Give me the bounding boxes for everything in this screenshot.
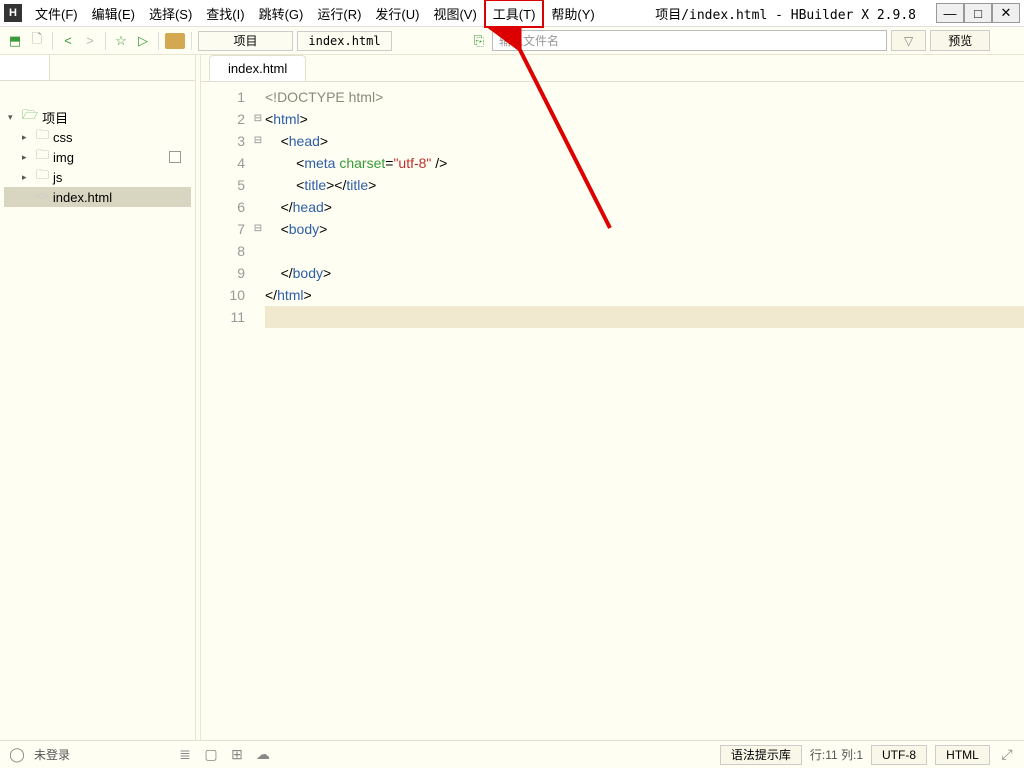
folder-icon[interactable] xyxy=(165,33,185,49)
window-controls: — □ ✕ xyxy=(936,3,1020,23)
editor-body[interactable]: 1234567891011 ⊟⊟⊟ <!DOCTYPE html><html> … xyxy=(201,82,1024,740)
tree-folder-css[interactable]: ▸ 🗀 css xyxy=(4,127,191,147)
sidebar-tab-1[interactable] xyxy=(0,55,50,80)
toolbar: ⬒ 🗋 < > ☆ ▷ 项目 index.html ⎘ 输入文件名 ▽ 预览 xyxy=(0,27,1024,55)
menu-view[interactable]: 视图(V) xyxy=(426,1,483,26)
maximize-button[interactable]: □ xyxy=(964,3,992,23)
tree-label: js xyxy=(53,170,62,185)
app-icon: H xyxy=(4,4,22,22)
list-icon[interactable]: ≣ xyxy=(176,746,194,764)
tree-label: 项目 xyxy=(42,108,68,127)
filter-button[interactable]: ▽ xyxy=(891,30,926,51)
folder-open-icon: 🗁 xyxy=(22,106,38,128)
folder-icon: 🗀 xyxy=(36,126,49,148)
editor-tab-index[interactable]: index.html xyxy=(209,55,306,81)
user-icon[interactable]: ◯ xyxy=(8,746,26,764)
breadcrumb-file[interactable]: index.html xyxy=(297,31,392,51)
editor-tabs: index.html xyxy=(201,55,1024,82)
menu-select[interactable]: 选择(S) xyxy=(142,1,199,26)
menu-file[interactable]: 文件(F) xyxy=(28,1,85,26)
encoding-button[interactable]: UTF-8 xyxy=(871,745,927,765)
menubar: H 文件(F) 编辑(E) 选择(S) 查找(I) 跳转(G) 运行(R) 发行… xyxy=(0,0,1024,27)
preview-button[interactable]: 预览 xyxy=(930,30,990,51)
chevron-down-icon: ▾ xyxy=(8,112,18,123)
cloud-icon[interactable]: ☁ xyxy=(254,746,272,764)
expand-icon[interactable]: ⤢ xyxy=(998,746,1016,764)
folder-icon: 🗀 xyxy=(36,166,49,188)
run-icon[interactable]: ▷ xyxy=(134,32,152,50)
terminal-icon[interactable]: ▢ xyxy=(202,746,220,764)
forward-icon[interactable]: > xyxy=(81,32,99,50)
file-search-input[interactable]: 输入文件名 xyxy=(492,30,887,51)
star-icon[interactable]: ☆ xyxy=(112,32,130,50)
tree-root[interactable]: ▾ 🗁 项目 xyxy=(4,107,191,127)
line-gutter: 1234567891011 xyxy=(201,82,251,740)
back-icon[interactable]: < xyxy=(59,32,77,50)
tree-label: index.html xyxy=(53,190,112,205)
cursor-position: 行:11 列:1 xyxy=(810,746,863,763)
save-icon[interactable]: 🗋 xyxy=(28,32,46,50)
tree-label: css xyxy=(53,130,73,145)
breadcrumb-project[interactable]: 项目 xyxy=(198,31,293,51)
main-area: ▾ 🗁 项目 ▸ 🗀 css ▸ 🗀 img ▸ 🗀 js <> xyxy=(0,55,1024,740)
sidebar-tabs xyxy=(0,55,195,81)
file-tree: ▾ 🗁 项目 ▸ 🗀 css ▸ 🗀 img ▸ 🗀 js <> xyxy=(0,81,195,211)
tree-folder-img[interactable]: ▸ 🗀 img xyxy=(4,147,191,167)
editor: index.html 1234567891011 ⊟⊟⊟ <!DOCTYPE h… xyxy=(201,55,1024,740)
syntax-button[interactable]: 语法提示库 xyxy=(720,745,802,765)
menu-edit[interactable]: 编辑(E) xyxy=(85,1,142,26)
chevron-right-icon: ▸ xyxy=(22,172,32,183)
chevron-right-icon: ▸ xyxy=(22,132,32,143)
menu-goto[interactable]: 跳转(G) xyxy=(252,1,311,26)
folder-icon: 🗀 xyxy=(36,146,49,168)
tree-label: img xyxy=(53,150,74,165)
menu-help[interactable]: 帮助(Y) xyxy=(544,1,601,26)
file-icon: <> xyxy=(36,191,49,203)
locate-icon[interactable]: ⎘ xyxy=(470,32,488,50)
layout-icon[interactable]: ⊞ xyxy=(228,746,246,764)
checkbox-icon[interactable] xyxy=(169,151,181,163)
chevron-right-icon: ▸ xyxy=(22,152,32,163)
tree-file-index[interactable]: <> index.html xyxy=(4,187,191,207)
window-title: 项目/index.html - HBuilder X 2.9.8 xyxy=(655,4,916,23)
new-file-icon[interactable]: ⬒ xyxy=(6,32,24,50)
fold-column: ⊟⊟⊟ xyxy=(251,82,265,740)
language-button[interactable]: HTML xyxy=(935,745,990,765)
menu-run[interactable]: 运行(R) xyxy=(310,1,368,26)
code-area[interactable]: <!DOCTYPE html><html> <head> <meta chars… xyxy=(265,82,1024,740)
menu-find[interactable]: 查找(I) xyxy=(199,1,251,26)
tree-folder-js[interactable]: ▸ 🗀 js xyxy=(4,167,191,187)
sidebar: ▾ 🗁 项目 ▸ 🗀 css ▸ 🗀 img ▸ 🗀 js <> xyxy=(0,55,195,740)
minimize-button[interactable]: — xyxy=(936,3,964,23)
menu-release[interactable]: 发行(U) xyxy=(368,1,426,26)
statusbar: ◯ 未登录 ≣ ▢ ⊞ ☁ 语法提示库 行:11 列:1 UTF-8 HTML … xyxy=(0,740,1024,768)
login-status[interactable]: 未登录 xyxy=(34,746,70,763)
close-button[interactable]: ✕ xyxy=(992,3,1020,23)
menu-tools[interactable]: 工具(T) xyxy=(484,0,545,28)
